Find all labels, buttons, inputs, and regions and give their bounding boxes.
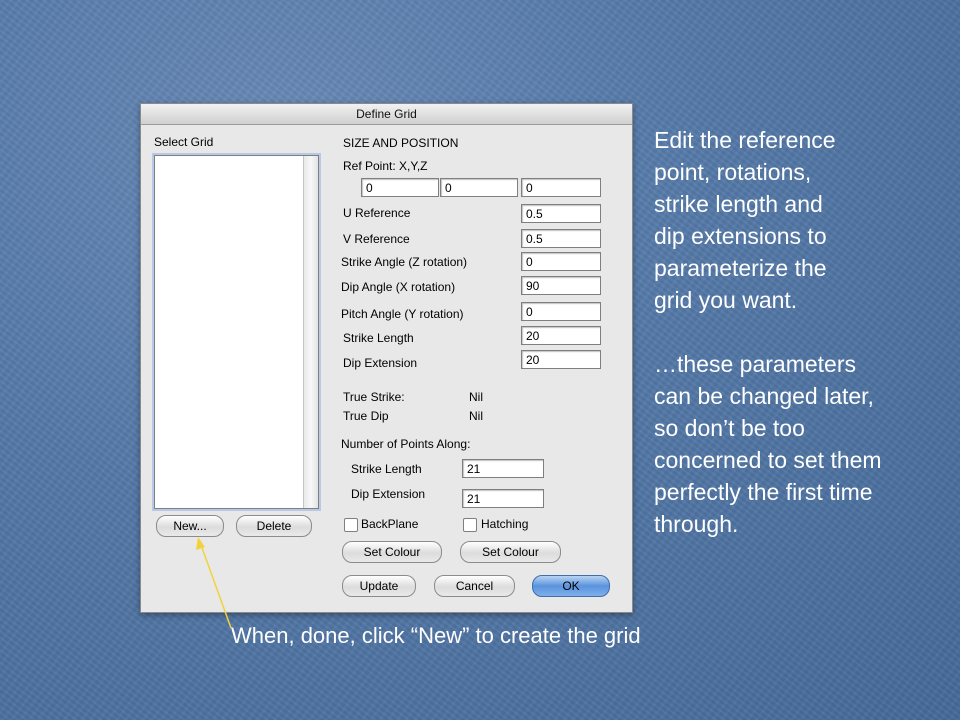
pointer-arrow-icon	[196, 537, 232, 629]
bottom-caption: When, done, click “New” to create the gr…	[231, 623, 641, 648]
